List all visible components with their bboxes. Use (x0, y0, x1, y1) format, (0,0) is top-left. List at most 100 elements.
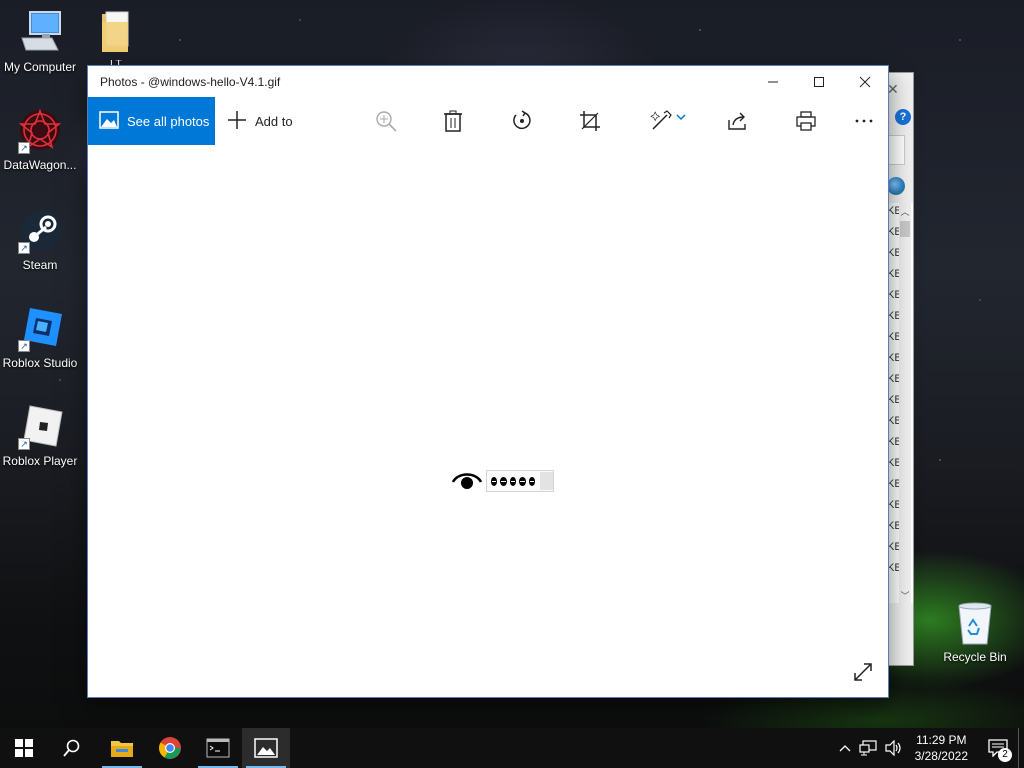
notification-count-badge: 2 (998, 748, 1012, 762)
network-icon (859, 740, 877, 756)
clock-date: 3/28/2022 (914, 749, 968, 763)
more-options-button[interactable] (852, 109, 876, 133)
share-icon (728, 112, 746, 130)
chevron-up-icon[interactable]: ︿ (899, 205, 911, 218)
full-screen-button[interactable] (852, 661, 874, 683)
add-to-label: Add to (255, 113, 293, 129)
desktop-icon-label: Steam (22, 258, 58, 272)
shortcut-arrow-icon: ↗ (18, 242, 30, 254)
close-icon[interactable]: ✕ (887, 81, 899, 98)
expand-icon (854, 663, 872, 681)
taskbar-chrome[interactable] (146, 728, 194, 768)
dot-icon (491, 476, 498, 486)
taskbar-photos[interactable] (242, 728, 290, 768)
print-icon (796, 111, 816, 131)
see-all-photos-label: See all photos (127, 113, 210, 129)
desktop-icon-label: Roblox Studio (2, 356, 78, 370)
dot-icon (528, 476, 536, 486)
background-window[interactable]: ✕ ? KB KB KB KB KB KB KB KB KB KB KB KB … (884, 72, 914, 666)
graphic-button-shape (540, 472, 553, 490)
crop-icon (580, 111, 600, 131)
show-hidden-icons-button[interactable] (839, 744, 851, 752)
photos-window[interactable]: Photos - @windows-hello-V4.1.gif See all… (88, 66, 888, 697)
edit-button[interactable] (650, 109, 690, 133)
network-button[interactable] (859, 740, 877, 756)
toolbar: See all photos Add to (88, 97, 888, 145)
delete-button[interactable] (441, 109, 465, 133)
rotate-button[interactable] (510, 109, 534, 133)
start-button[interactable] (0, 728, 48, 768)
clock-time: 11:29 PM (916, 733, 967, 747)
displayed-image (452, 470, 554, 492)
chrome-icon (159, 737, 181, 759)
add-to-button[interactable]: Add to (227, 110, 293, 133)
datawagon-icon: ↗ (16, 106, 64, 154)
steam-icon: ↗ (16, 206, 64, 254)
desktop-icon-roblox-player[interactable]: ↗ Roblox Player (0, 402, 80, 468)
zoom-icon (376, 111, 397, 132)
eye-icon (452, 473, 482, 489)
globe-icon (887, 177, 905, 195)
desktop-icon-datawagon[interactable]: ↗ DataWagon... (0, 106, 80, 172)
rotate-icon (513, 110, 531, 130)
share-button[interactable] (726, 109, 750, 133)
close-button[interactable] (842, 66, 888, 97)
plus-icon (227, 110, 247, 133)
minimize-icon (768, 81, 778, 82)
maximize-icon (814, 76, 824, 87)
help-icon[interactable]: ? (895, 109, 911, 125)
minimize-button[interactable] (750, 66, 796, 97)
file-explorer-icon (111, 741, 133, 757)
desktop-icon-recycle-bin[interactable]: Recycle Bin (940, 600, 1010, 664)
window-title: Photos - @windows-hello-V4.1.gif (100, 74, 281, 89)
edit-icon (650, 110, 672, 130)
desktop-icon-label: My Computer (3, 60, 77, 74)
show-desktop-button[interactable] (1018, 728, 1024, 768)
chevron-down-icon[interactable]: ﹀ (899, 589, 911, 602)
desktop-icon-label: DataWagon... (3, 158, 77, 172)
taskbar: 11:29 PM 3/28/2022 2 (0, 728, 1024, 768)
photos-icon (254, 738, 278, 758)
photo-icon (99, 110, 119, 132)
folder-icon (92, 8, 140, 56)
search-icon (63, 739, 80, 757)
scrollbar-thumb[interactable] (900, 221, 910, 237)
desktop-icon-folder[interactable]: LT (76, 8, 156, 68)
desktop-icon-label: Roblox Player (2, 454, 78, 468)
dot-icon (500, 476, 507, 486)
password-dots-graphic (486, 470, 554, 492)
shortcut-arrow-icon: ↗ (18, 142, 30, 154)
image-canvas[interactable] (88, 145, 888, 697)
delete-icon (444, 110, 462, 132)
more-icon (855, 119, 873, 123)
volume-button[interactable] (885, 740, 903, 756)
roblox-player-icon: ↗ (16, 402, 64, 450)
recycle-bin-icon (953, 600, 997, 646)
system-tray: 11:29 PM 3/28/2022 2 (835, 728, 1024, 768)
windows-icon (15, 739, 33, 757)
print-button[interactable] (794, 109, 818, 133)
roblox-studio-icon: ↗ (16, 304, 64, 352)
shortcut-arrow-icon: ↗ (18, 438, 30, 450)
action-center-button[interactable]: 2 (978, 728, 1018, 768)
terminal-icon (206, 738, 230, 758)
desktop-icon-steam[interactable]: ↗ Steam (0, 206, 80, 272)
maximize-button[interactable] (796, 66, 842, 97)
taskbar-terminal[interactable] (194, 728, 242, 768)
title-bar[interactable]: Photos - @windows-hello-V4.1.gif (88, 66, 888, 97)
search-button[interactable] (48, 728, 96, 768)
computer-icon (16, 8, 64, 56)
desktop-icon-roblox-studio[interactable]: ↗ Roblox Studio (0, 304, 80, 370)
clock[interactable]: 11:29 PM 3/28/2022 (915, 732, 968, 764)
taskbar-file-explorer[interactable] (98, 728, 146, 768)
crop-button[interactable] (578, 109, 602, 133)
scrollbar[interactable]: ︿ ﹀ (899, 203, 911, 603)
close-icon (859, 76, 871, 87)
background-input[interactable] (885, 135, 905, 165)
desktop-icon-my-computer[interactable]: My Computer (0, 8, 80, 74)
chevron-up-icon (839, 745, 851, 752)
zoom-button[interactable] (374, 109, 398, 133)
chevron-down-icon (676, 114, 686, 121)
desktop-icon-label: Recycle Bin (943, 650, 1007, 664)
see-all-photos-button[interactable]: See all photos (88, 97, 215, 145)
